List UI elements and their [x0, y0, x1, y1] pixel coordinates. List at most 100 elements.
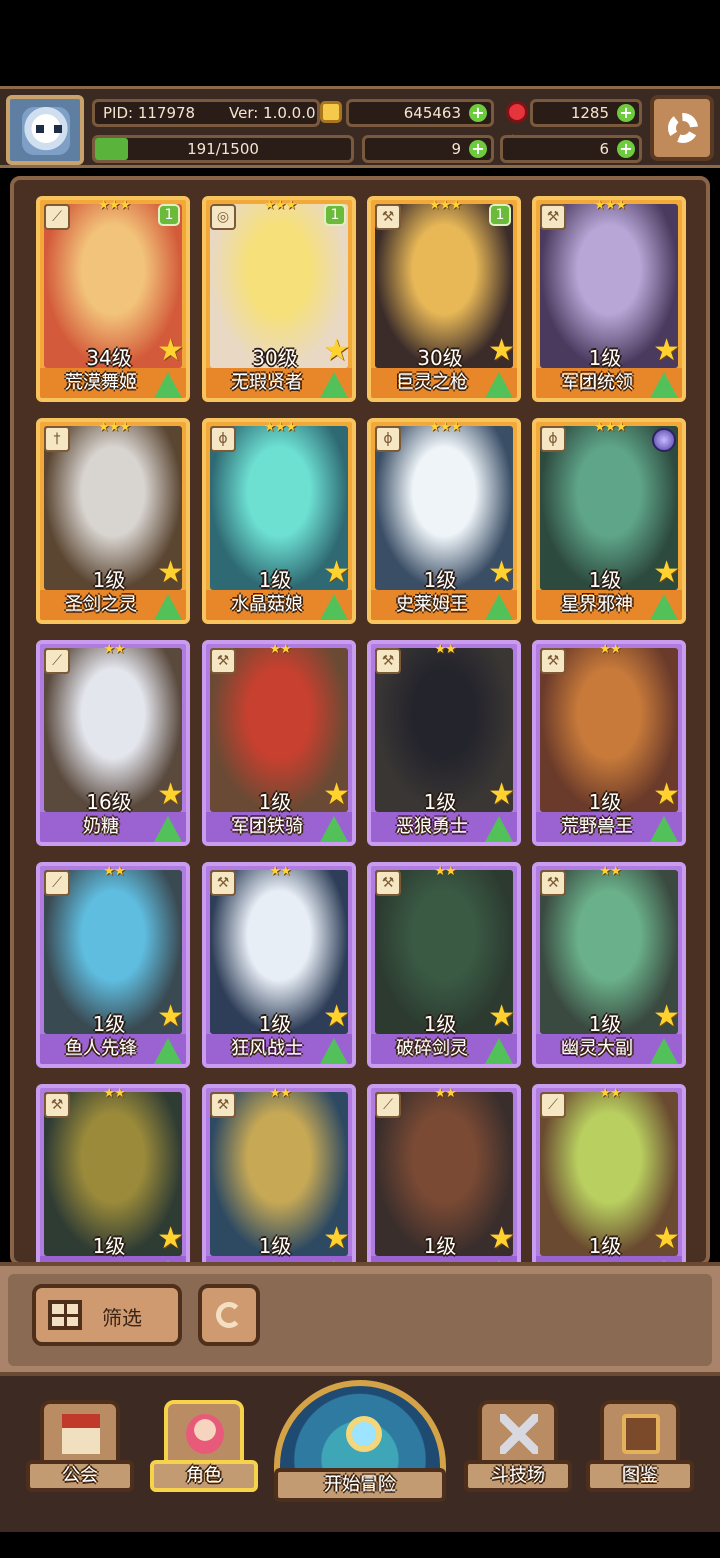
- nav-codex-label: 图鉴: [586, 1460, 694, 1492]
- character-name: 幽灵大副: [561, 1038, 633, 1059]
- star-icon: ★: [653, 1221, 680, 1256]
- add-ticket-plus-icon[interactable]: +: [617, 140, 635, 158]
- gem-counter: 1285 +: [530, 99, 642, 127]
- star-icon: ★: [653, 999, 680, 1034]
- bottom-nav: 公会 角色 开始冒险 斗技场 图鉴: [0, 1372, 720, 1532]
- upgrade-arrow-icon: [485, 1038, 513, 1064]
- bow-icon: ⟋: [540, 1092, 566, 1118]
- upgrade-arrow-icon: [485, 816, 513, 842]
- character-card[interactable]: ⚒ ★★★ 1级 ★ 军团统领: [532, 196, 686, 402]
- rarity-stars-icon: ★★★: [98, 198, 131, 213]
- staff-icon: ϕ: [210, 426, 236, 452]
- filter-button[interactable]: 筛选: [32, 1284, 182, 1346]
- nav-codex[interactable]: 图鉴: [586, 1400, 694, 1494]
- axe-icon: ⚒: [540, 870, 566, 896]
- character-name: 鱼人先锋: [65, 1038, 137, 1059]
- character-card[interactable]: ⚒ ★★★ 1 30级 ★ 巨灵之枪: [367, 196, 521, 402]
- character-name: 奶糖: [83, 816, 119, 837]
- star-icon: ★: [157, 555, 184, 590]
- bow-icon: ⟋: [44, 204, 70, 230]
- upgrade-arrow-icon: [320, 372, 348, 398]
- upgrade-arrow-icon: [154, 816, 182, 842]
- character-card[interactable]: ⚒ ★★ 1级 ★ 幽灵大副: [532, 862, 686, 1068]
- rarity-stars-icon: ★★★: [594, 420, 627, 435]
- add-clover-plus-icon[interactable]: +: [469, 140, 487, 158]
- gem-amount: 1285: [570, 104, 609, 122]
- rarity-stars-icon: ★★: [103, 1086, 125, 1101]
- character-card[interactable]: ⟋ ★★ 16级 ★ 奶糖: [36, 640, 190, 846]
- axe-icon: ⚒: [210, 1092, 236, 1118]
- character-card[interactable]: ⚒ ★★ 1级 ★: [202, 1084, 356, 1262]
- axe-icon: ⚒: [540, 648, 566, 674]
- book-icon: [622, 1414, 660, 1454]
- ticket-counter: 6 +: [500, 135, 642, 163]
- character-card[interactable]: ϕ ★★★ 1级 ★ 史莱姆王: [367, 418, 521, 624]
- avatar-eye: [36, 125, 44, 133]
- rarity-stars-icon: ★★: [269, 642, 291, 657]
- player-avatar[interactable]: [6, 95, 84, 165]
- rarity-stars-icon: ★★: [103, 642, 125, 657]
- star-icon: ★: [323, 1221, 350, 1256]
- star-icon: ★: [653, 555, 680, 590]
- guild-building-icon: [62, 1414, 100, 1454]
- player-id-panel: PID: 117978 Ver: 1.0.0.0: [92, 99, 320, 127]
- character-card[interactable]: † ★★★ 1级 ★ 圣剑之灵: [36, 418, 190, 624]
- element-orb-icon: [652, 428, 676, 452]
- nav-adventure[interactable]: 开始冒险: [274, 1380, 446, 1502]
- nav-characters[interactable]: 角色: [150, 1400, 258, 1494]
- character-card[interactable]: ⚒ ★★ 1级 ★ 破碎剑灵: [367, 862, 521, 1068]
- character-name: 星界邪神: [561, 594, 633, 615]
- add-gem-plus-icon[interactable]: +: [617, 104, 635, 122]
- character-name: 史莱姆王: [396, 594, 468, 615]
- nav-guild-label: 公会: [26, 1460, 134, 1492]
- upgrade-arrow-icon: [650, 594, 678, 620]
- character-card[interactable]: ϕ ★★★ 1级 ★ 星界邪神: [532, 418, 686, 624]
- system-bottom-bar: [0, 1532, 720, 1558]
- star-icon: ★: [323, 333, 350, 368]
- character-card[interactable]: ϕ ★★★ 1级 ★ 水晶菇娘: [202, 418, 356, 624]
- character-name: 狂风战士: [231, 1038, 303, 1059]
- character-card[interactable]: ⟋ ★★ 1级 ★: [532, 1084, 686, 1262]
- upgrade-arrow-icon: [154, 594, 182, 620]
- magnifier-icon: [346, 1416, 382, 1452]
- version-label: Ver: 1.0.0.0: [229, 104, 316, 122]
- sword-icon: †: [44, 426, 70, 452]
- add-gold-plus-icon[interactable]: +: [469, 104, 487, 122]
- nav-adventure-label: 开始冒险: [274, 1468, 446, 1502]
- filter-label: 筛选: [102, 1306, 142, 1330]
- character-card[interactable]: ⟋ ★★★ 1 34级 ★ 荒漠舞姬: [36, 196, 190, 402]
- refresh-button[interactable]: [198, 1284, 260, 1346]
- nav-arena[interactable]: 斗技场: [464, 1400, 572, 1494]
- character-card[interactable]: ⟋ ★★ 1级 ★: [367, 1084, 521, 1262]
- top-bar: PID: 117978 Ver: 1.0.0.0 645463 + 1285 +…: [0, 86, 720, 168]
- character-card[interactable]: ◎ ★★★ 1 30级 ★ 无瑕贤者: [202, 196, 356, 402]
- avatar-eye: [54, 125, 62, 133]
- character-card[interactable]: ⟋ ★★ 1级 ★ 鱼人先锋: [36, 862, 190, 1068]
- character-card[interactable]: ⚒ ★★ 1级 ★ 恶狼勇士: [367, 640, 521, 846]
- axe-icon: ⚒: [44, 1092, 70, 1118]
- exp-value: 191/1500: [187, 140, 259, 158]
- character-name: 荒野兽王: [561, 816, 633, 837]
- settings-button[interactable]: [650, 95, 714, 161]
- character-card[interactable]: ⚒ ★★ 1级 ★ 荒野兽王: [532, 640, 686, 846]
- upgrade-arrow-icon: [320, 594, 348, 620]
- count-badge: 1: [324, 204, 346, 226]
- character-card[interactable]: ⚒ ★★ 1级 ★ 军团铁骑: [202, 640, 356, 846]
- character-card[interactable]: ⚒ ★★ 1级 ★ 狂风战士: [202, 862, 356, 1068]
- character-board: ⟋ ★★★ 1 34级 ★ 荒漠舞姬 ◎ ★★★ 1 30级 ★ 无瑕贤者 ⚒ ★★★ 1 30级 ★ 巨灵之枪 ⚒…: [10, 176, 710, 1266]
- bow-icon: ⟋: [375, 1092, 401, 1118]
- nav-characters-label: 角色: [150, 1460, 258, 1492]
- game-screen: PID: 117978 Ver: 1.0.0.0 645463 + 1285 +…: [0, 0, 720, 1558]
- character-name: 军团统领: [561, 372, 633, 393]
- grid-icon: [48, 1300, 82, 1330]
- character-name: 无瑕贤者: [231, 372, 303, 393]
- nav-guild[interactable]: 公会: [26, 1400, 134, 1494]
- count-badge: 1: [489, 204, 511, 226]
- character-card[interactable]: ⚒ ★★ 1级 ★: [36, 1084, 190, 1262]
- nav-arena-label: 斗技场: [464, 1460, 572, 1492]
- star-icon: ★: [653, 333, 680, 368]
- star-icon: ★: [653, 777, 680, 812]
- character-name: 破碎剑灵: [396, 1038, 468, 1059]
- character-name: 巨灵之枪: [396, 372, 468, 393]
- rarity-stars-icon: ★★: [434, 642, 456, 657]
